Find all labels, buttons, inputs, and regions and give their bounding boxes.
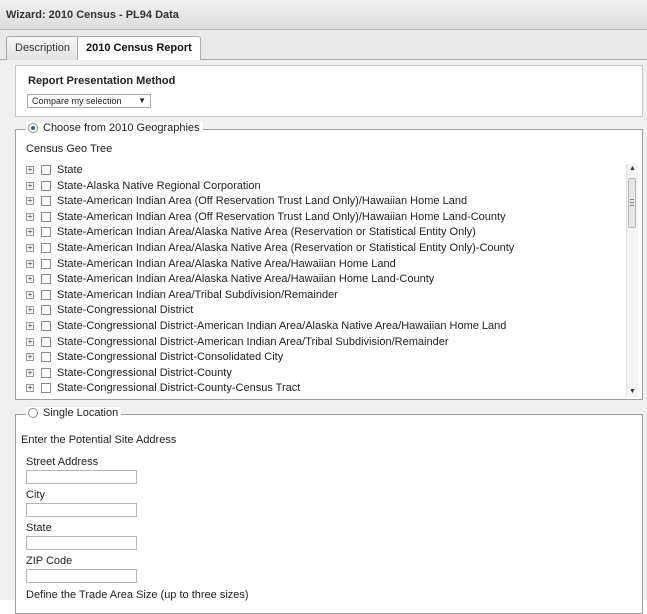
city-input[interactable] — [26, 503, 137, 517]
report-method-selected: Compare my selection — [32, 96, 122, 106]
grip-line — [630, 205, 634, 206]
trade-area-label: Define the Trade Area Size (up to three … — [26, 589, 249, 601]
tree-item-label: State-American Indian Area/Alaska Native… — [57, 226, 476, 239]
geographies-legend: Choose from 2010 Geographies — [26, 122, 203, 134]
zip-code-label: ZIP Code — [26, 555, 73, 567]
single-location-radio-label: Single Location — [43, 407, 119, 419]
tree-item-checkbox[interactable] — [41, 227, 51, 238]
report-method-panel: Report Presentation Method Compare my se… — [15, 65, 643, 117]
tree-item-label: State-American Indian Area (Off Reservat… — [57, 195, 468, 208]
expand-plus-icon[interactable]: + — [26, 275, 34, 284]
grip-line — [630, 199, 634, 200]
tree-item[interactable]: + State-American Indian Area/Tribal Subdi… — [26, 287, 338, 303]
tree-item-label: State-Congressional District-County — [57, 366, 232, 379]
tree-item-label: State-American Indian Area (Off Reservat… — [57, 210, 506, 223]
tab-strip: Description 2010 Census Report — [0, 30, 647, 61]
expand-plus-icon[interactable]: + — [26, 290, 34, 299]
street-address-label: Street Address — [26, 456, 99, 468]
tree-item-label: State-American Indian Area/Alaska Native… — [57, 242, 515, 254]
tree-item-checkbox[interactable] — [41, 352, 51, 363]
tree-item-label: State-American Indian Area/Tribal Subdiv… — [57, 288, 338, 301]
scroll-down-arrow-icon[interactable]: ▼ — [627, 387, 638, 397]
expand-plus-icon[interactable]: + — [26, 197, 34, 206]
single-location-fieldset: Single Location Enter the Potential Site… — [15, 407, 643, 614]
tree-item-checkbox[interactable] — [41, 258, 51, 269]
expand-plus-icon[interactable]: + — [26, 322, 34, 330]
tree-item-label: State-Congressional District-County-Cens… — [57, 382, 301, 395]
state-label: State — [26, 522, 52, 534]
tree-item[interactable]: + State-Congressional District — [26, 302, 193, 318]
tree-item[interactable]: + State-Congressional District-County-Cen… — [26, 380, 300, 396]
expand-plus-icon[interactable]: + — [26, 306, 34, 315]
expand-plus-icon[interactable]: + — [26, 166, 34, 174]
expand-plus-icon[interactable]: + — [26, 259, 34, 268]
tree-item-label: State-Congressional District-American In… — [57, 320, 507, 332]
tree-item[interactable]: + State-Congressional District-American I… — [26, 318, 506, 334]
tree-item[interactable]: + State-American Indian Area/Alaska Nativ… — [26, 271, 434, 287]
tree-item-checkbox[interactable] — [41, 274, 51, 285]
tree-item-label: State-Congressional District-Consolidate… — [57, 351, 284, 364]
city-label: City — [26, 489, 45, 501]
tree-scrollbar[interactable]: ▲ ▼ — [626, 164, 638, 397]
zip-code-input[interactable] — [26, 569, 137, 583]
tree-item-checkbox[interactable] — [41, 305, 51, 316]
tree-item[interactable]: + State-American Indian Area/Alaska Nativ… — [26, 240, 514, 256]
expand-plus-icon[interactable]: + — [26, 384, 34, 393]
tree-item[interactable]: + State-Congressional District-Consolidat… — [26, 349, 283, 365]
scrollbar-thumb[interactable] — [628, 178, 636, 228]
report-method-dropdown[interactable]: Compare my selection ▼ — [27, 94, 151, 108]
street-address-input[interactable] — [26, 470, 137, 484]
tree-item-checkbox[interactable] — [41, 336, 51, 347]
geographies-radio[interactable] — [28, 123, 38, 133]
expand-plus-icon[interactable]: + — [26, 244, 34, 252]
tree-item-checkbox[interactable] — [41, 165, 51, 175]
tab-2010-census-report[interactable]: 2010 Census Report — [77, 36, 201, 61]
tree-item-label: State-Alaska Native Regional Corporation — [57, 179, 261, 192]
wizard-content: Report Presentation Method Compare my se… — [0, 60, 647, 614]
tree-item[interactable]: + State-Alaska Native Regional Corporatio… — [26, 178, 261, 194]
expand-plus-icon[interactable]: + — [26, 337, 34, 346]
site-address-intro: Enter the Potential Site Address — [21, 434, 177, 446]
geographies-radio-label: Choose from 2010 Geographies — [43, 122, 200, 134]
state-input[interactable] — [26, 536, 137, 550]
expand-plus-icon[interactable]: + — [26, 228, 34, 237]
expand-plus-icon[interactable]: + — [26, 353, 34, 362]
tree-item[interactable]: + State-American Indian Area/Alaska Nativ… — [26, 224, 476, 240]
tree-item-checkbox[interactable] — [41, 180, 51, 191]
tree-item-label: State-American Indian Area/Alaska Native… — [57, 273, 435, 286]
tree-item[interactable]: + State-American Indian Area (Off Reserva… — [26, 193, 467, 209]
grip-line — [630, 202, 634, 203]
geographies-fieldset: Choose from 2010 Geographies Census Geo … — [15, 122, 643, 400]
tree-item-checkbox[interactable] — [41, 243, 51, 253]
report-method-heading: Report Presentation Method — [28, 75, 176, 87]
tree-item-checkbox[interactable] — [41, 383, 51, 394]
tree-item[interactable]: + State-American Indian Area (Off Reserva… — [26, 209, 506, 225]
tree-item[interactable]: + State-Congressional District-County — [26, 365, 232, 381]
tree-item[interactable]: + State-American Indian Area/Alaska Nativ… — [26, 256, 396, 272]
tree-item-checkbox[interactable] — [41, 367, 51, 378]
tab-description[interactable]: Description — [6, 36, 80, 60]
tree-item-label: State-Congressional District — [57, 304, 194, 317]
expand-plus-icon[interactable]: + — [26, 181, 34, 190]
chevron-down-icon: ▼ — [138, 96, 146, 105]
census-geo-tree-label: Census Geo Tree — [26, 143, 113, 155]
expand-plus-icon[interactable]: + — [26, 368, 34, 377]
window-title-bar: Wizard: 2010 Census - PL94 Data — [0, 0, 647, 30]
tree-item[interactable]: + State-Congressional District-American I… — [26, 334, 449, 350]
single-location-legend: Single Location — [26, 407, 122, 419]
tree-item-checkbox[interactable] — [41, 289, 51, 300]
tree-item-label: State-American Indian Area/Alaska Native… — [57, 257, 396, 270]
tree-item-label: State — [57, 164, 83, 176]
tree-item-checkbox[interactable] — [41, 211, 51, 222]
tree-item-checkbox[interactable] — [41, 196, 51, 207]
expand-plus-icon[interactable]: + — [26, 212, 34, 221]
scroll-up-arrow-icon[interactable]: ▲ — [627, 164, 638, 174]
tree-item-label: State-Congressional District-American In… — [57, 335, 449, 348]
tree-item[interactable]: + State — [26, 162, 83, 178]
single-location-radio[interactable] — [28, 408, 38, 418]
window-title: Wizard: 2010 Census - PL94 Data — [6, 9, 179, 21]
tree-item-checkbox[interactable] — [41, 321, 51, 331]
